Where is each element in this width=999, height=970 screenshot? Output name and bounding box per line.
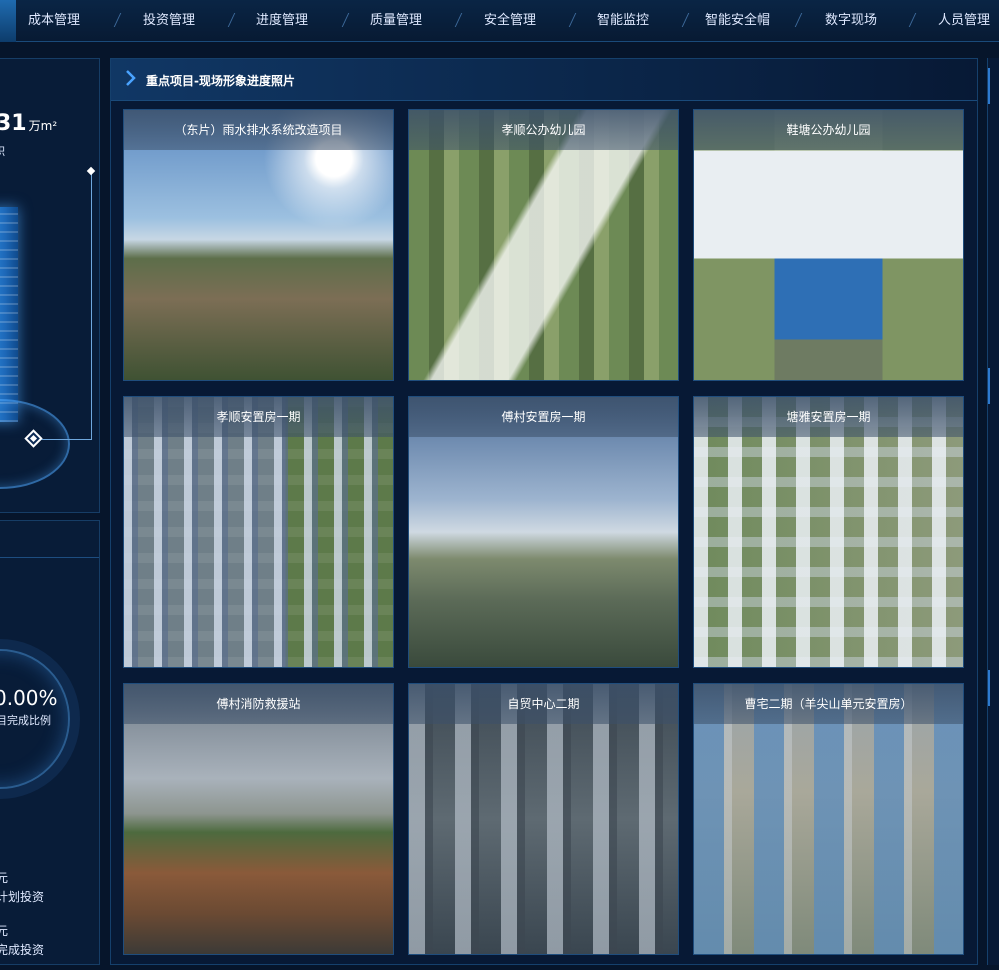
nav-separator	[227, 13, 236, 27]
photo-card[interactable]: 傅村消防救援站	[123, 683, 394, 955]
panel-header-line	[0, 557, 99, 558]
building-illustration	[0, 207, 18, 422]
photo-caption: （东片）雨水排水系统改造项目	[124, 110, 393, 150]
nav-separator	[113, 13, 122, 27]
area-value: 31万m²	[0, 111, 57, 136]
callout-line	[91, 174, 92, 439]
area-panel: 31万m² 积	[0, 58, 100, 513]
nav-separator	[908, 13, 917, 27]
photo-card[interactable]: 孝顺公办幼儿园	[408, 109, 679, 381]
site-photo	[124, 684, 393, 954]
done-unit: 元	[0, 922, 8, 939]
site-photo	[409, 397, 678, 667]
site-photo	[124, 397, 393, 667]
nav-item-personnel[interactable]: 人员管理	[938, 0, 990, 42]
panel-edge-marker	[988, 670, 999, 706]
panel-edge-marker	[988, 68, 999, 104]
completion-label: 目完成比例	[0, 714, 51, 727]
nav-item-safety[interactable]: 安全管理	[484, 0, 536, 42]
photo-card[interactable]: 塘雅安置房一期	[693, 396, 964, 668]
photo-caption: 傅村消防救援站	[124, 684, 393, 724]
site-photo	[694, 684, 963, 954]
callout-line	[40, 439, 92, 440]
nav-item-digital-site[interactable]: 数字现场	[825, 0, 877, 42]
photo-caption: 傅村安置房一期	[409, 397, 678, 437]
photo-caption: 塘雅安置房一期	[694, 397, 963, 437]
nav-item-quality[interactable]: 质量管理	[370, 0, 422, 42]
panel-header: 重点项目-现场形象进度照片	[111, 59, 977, 101]
photo-card[interactable]: 自贸中心二期	[408, 683, 679, 955]
nav-corner-accent	[0, 0, 16, 42]
photo-caption: 孝顺公办幼儿园	[409, 110, 678, 150]
completion-percent: 0.00%	[0, 686, 58, 710]
photo-card[interactable]: 鞋塘公办幼儿园	[693, 109, 964, 381]
nav-item-monitoring[interactable]: 智能监控	[597, 0, 649, 42]
site-photo	[694, 110, 963, 380]
nav-separator	[454, 13, 463, 27]
nav-item-smart-helmet[interactable]: 智能安全帽	[705, 0, 770, 42]
site-photo	[124, 110, 393, 380]
investment-panel: 0.00% 目完成比例 元 计划投资 元 完成投资	[0, 520, 100, 965]
top-navigation: 成本管理 投资管理 进度管理 质量管理 安全管理 智能监控 智能安全帽 数字现场…	[0, 0, 999, 42]
plan-unit: 元	[0, 869, 8, 886]
nav-separator	[568, 13, 577, 27]
photo-card[interactable]: （东片）雨水排水系统改造项目	[123, 109, 394, 381]
nav-item-cost[interactable]: 成本管理	[28, 0, 80, 42]
photo-caption: 自贸中心二期	[409, 684, 678, 724]
photo-card[interactable]: 孝顺安置房一期	[123, 396, 394, 668]
area-unit: 万m²	[28, 119, 58, 133]
area-label: 积	[0, 143, 5, 159]
site-photo	[694, 397, 963, 667]
chevron-right-icon	[126, 70, 136, 86]
nav-item-investment[interactable]: 投资管理	[143, 0, 195, 42]
right-panel-edge	[987, 58, 999, 965]
photo-card[interactable]: 曹宅二期（羊尖山单元安置房）	[693, 683, 964, 955]
done-label: 完成投资	[0, 943, 45, 957]
area-number: 31	[0, 111, 27, 136]
site-photos-panel: 重点项目-现场形象进度照片 （东片）雨水排水系统改造项目 孝顺公办幼儿园 鞋塘公…	[110, 58, 978, 965]
plan-label: 计划投资	[0, 890, 45, 904]
nav-separator	[341, 13, 350, 27]
panel-title: 重点项目-现场形象进度照片	[146, 74, 295, 88]
photo-card[interactable]: 傅村安置房一期	[408, 396, 679, 668]
photo-caption: 孝顺安置房一期	[124, 397, 393, 437]
nav-separator	[681, 13, 690, 27]
photo-caption: 曹宅二期（羊尖山单元安置房）	[694, 684, 963, 724]
nav-separator	[794, 13, 803, 27]
photo-caption: 鞋塘公办幼儿园	[694, 110, 963, 150]
panel-edge-marker	[988, 368, 999, 404]
site-photo	[409, 684, 678, 954]
nav-item-progress[interactable]: 进度管理	[256, 0, 308, 42]
callout-dot	[86, 166, 96, 176]
site-photo	[409, 110, 678, 380]
